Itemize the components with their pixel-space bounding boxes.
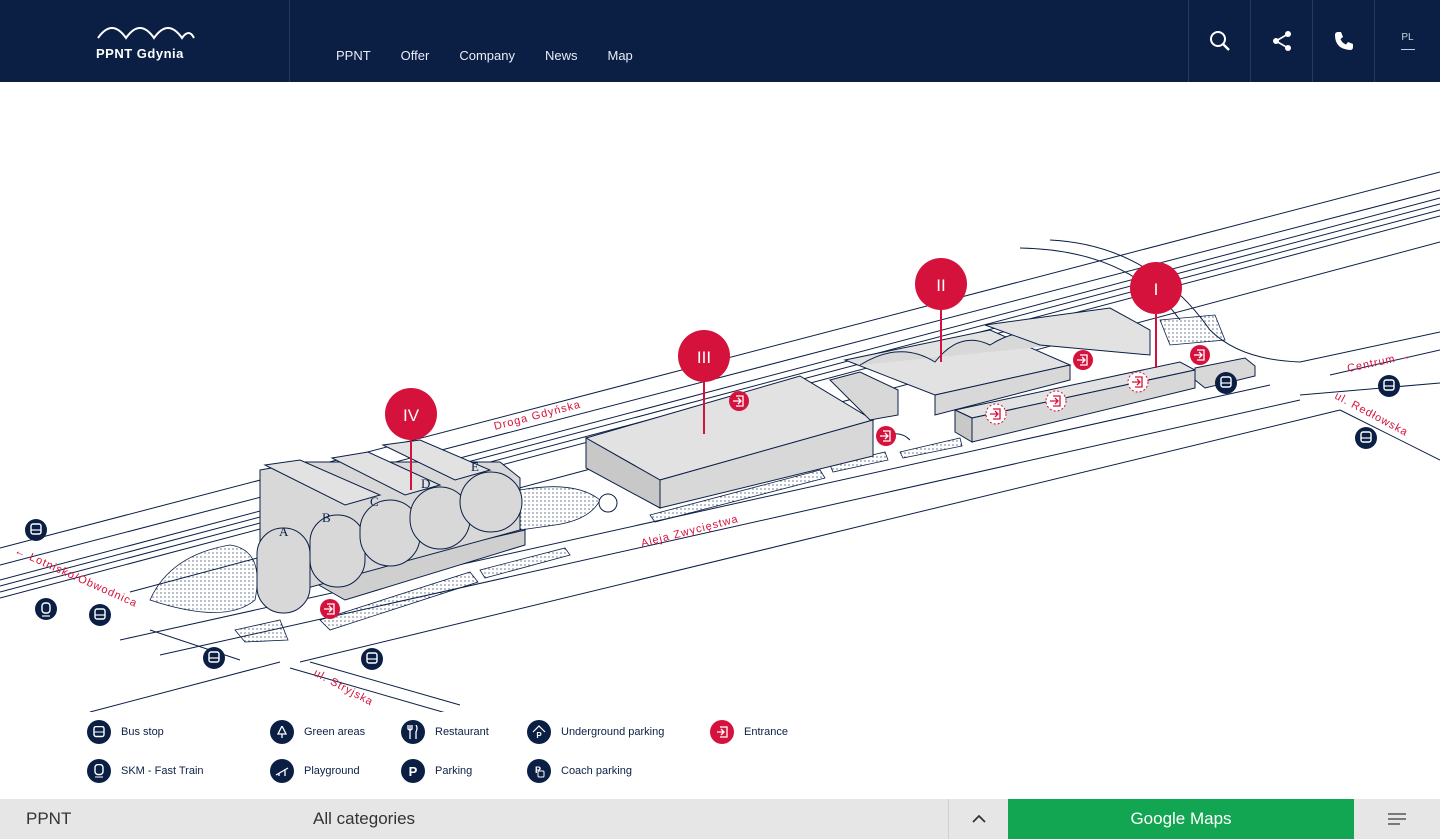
nav-item-news[interactable]: News: [545, 48, 578, 63]
wing-label-b: B: [322, 510, 331, 525]
bus-icon: [25, 519, 47, 541]
train-icon: [87, 759, 111, 783]
language-switch[interactable]: PL: [1374, 0, 1440, 82]
menu-button[interactable]: [1354, 799, 1440, 839]
marker-ii-label: II: [936, 276, 945, 295]
nav-item-map[interactable]: Map: [608, 48, 633, 63]
street-stryjska: ul. Stryjska: [312, 667, 376, 708]
bus-icon: [1378, 375, 1400, 397]
train-icon: [35, 598, 57, 620]
lang-label: PL: [1401, 32, 1414, 43]
legend-item-bus-stop[interactable]: Bus stop: [87, 720, 164, 744]
entrance-icon: [876, 426, 896, 446]
legend-label: Restaurant: [435, 726, 489, 738]
nav-item-ppnt[interactable]: PPNT: [336, 48, 371, 63]
search-button[interactable]: [1188, 0, 1250, 82]
nav-item-offer[interactable]: Offer: [401, 48, 430, 63]
map-svg: Droga Gdyńska Aleja Zwycięstwa ← Lotnisk…: [0, 171, 1440, 799]
legend-item-coach-parking[interactable]: P Coach parking: [527, 759, 632, 783]
entrance-icon: [1190, 345, 1210, 365]
legend-item-underground-parking[interactable]: P Underground parking: [527, 720, 664, 744]
header: PPNT Gdynia PPNT Offer Company News Map …: [0, 0, 1440, 82]
wing-label-c: C: [370, 494, 379, 509]
entrance-icon: [729, 391, 749, 411]
marker-i-label: I: [1154, 280, 1159, 299]
logo[interactable]: PPNT Gdynia: [0, 0, 290, 82]
share-button[interactable]: [1250, 0, 1312, 82]
search-icon: [1209, 31, 1230, 51]
wing-label-a: A: [279, 524, 289, 539]
entrance-icon: [1045, 390, 1067, 412]
bus-icon: [89, 604, 111, 626]
svg-text:P: P: [409, 764, 418, 778]
legend-label: Coach parking: [561, 765, 632, 777]
coach-parking-icon: P: [527, 759, 551, 783]
collapse-button[interactable]: [948, 799, 1008, 839]
wing-label-e: E: [471, 459, 479, 474]
share-icon: [1272, 31, 1291, 51]
bus-icon: [361, 648, 383, 670]
google-maps-button[interactable]: Google Maps: [1008, 799, 1354, 839]
footer-ppnt[interactable]: PPNT: [26, 809, 71, 829]
fork-knife-icon: [401, 720, 425, 744]
phone-icon: [1334, 32, 1353, 50]
legend-item-skm[interactable]: SKM - Fast Train: [87, 759, 204, 783]
entrance-icon: [320, 599, 340, 619]
legend-item-green-areas[interactable]: Green areas: [270, 720, 365, 744]
bus-icon: [203, 647, 225, 669]
chevron-up-icon: [971, 814, 986, 823]
legend-item-parking[interactable]: P Parking: [401, 759, 472, 783]
legend-item-entrance[interactable]: Entrance: [710, 720, 788, 744]
tree-icon: [270, 720, 294, 744]
entrance-icon: [1127, 371, 1149, 393]
main-nav: PPNT Offer Company News Map: [336, 48, 663, 63]
legend-label: Entrance: [744, 726, 789, 738]
legend-label: Green areas: [304, 726, 366, 738]
street-centrum: Centrum →: [1346, 350, 1412, 375]
parking-icon: P: [401, 759, 425, 783]
footer-bar: PPNT All categories Google Maps: [0, 799, 1440, 839]
google-maps-label: Google Maps: [1130, 809, 1232, 828]
logo-arcs-icon: [97, 27, 195, 40]
playground-icon: [270, 759, 294, 783]
legend-item-playground[interactable]: Playground: [270, 759, 360, 783]
menu-icon: [1388, 813, 1406, 825]
legend-label: Bus stop: [121, 726, 164, 738]
marker-iii-label: III: [697, 348, 711, 367]
underground-parking-icon: P: [527, 720, 551, 744]
bus-icon: [1355, 427, 1377, 449]
entrance-icon: [1073, 350, 1093, 370]
nav-item-company[interactable]: Company: [459, 48, 515, 63]
campus-map[interactable]: Droga Gdyńska Aleja Zwycięstwa ← Lotnisk…: [0, 82, 1440, 799]
entrance-icon: [710, 720, 734, 744]
legend-label: SKM - Fast Train: [121, 765, 204, 777]
legend-label: Parking: [435, 765, 473, 777]
map-legend: Bus stop Green areas Restaurant P Underg…: [0, 718, 900, 798]
wing-label-d: D: [421, 476, 430, 491]
category-dropdown[interactable]: All categories: [313, 809, 415, 829]
phone-button[interactable]: [1312, 0, 1374, 82]
svg-text:P: P: [536, 731, 542, 739]
building-iv: [256, 439, 526, 614]
bus-icon: [87, 720, 111, 744]
bus-icon: [1215, 372, 1237, 394]
entrance-icon: [985, 403, 1007, 425]
legend-label: Underground parking: [561, 726, 665, 738]
legend-label: Playground: [304, 765, 360, 777]
legend-item-restaurant[interactable]: Restaurant: [401, 720, 489, 744]
marker-iv-label: IV: [403, 406, 420, 425]
logo-text: PPNT Gdynia: [96, 46, 184, 61]
